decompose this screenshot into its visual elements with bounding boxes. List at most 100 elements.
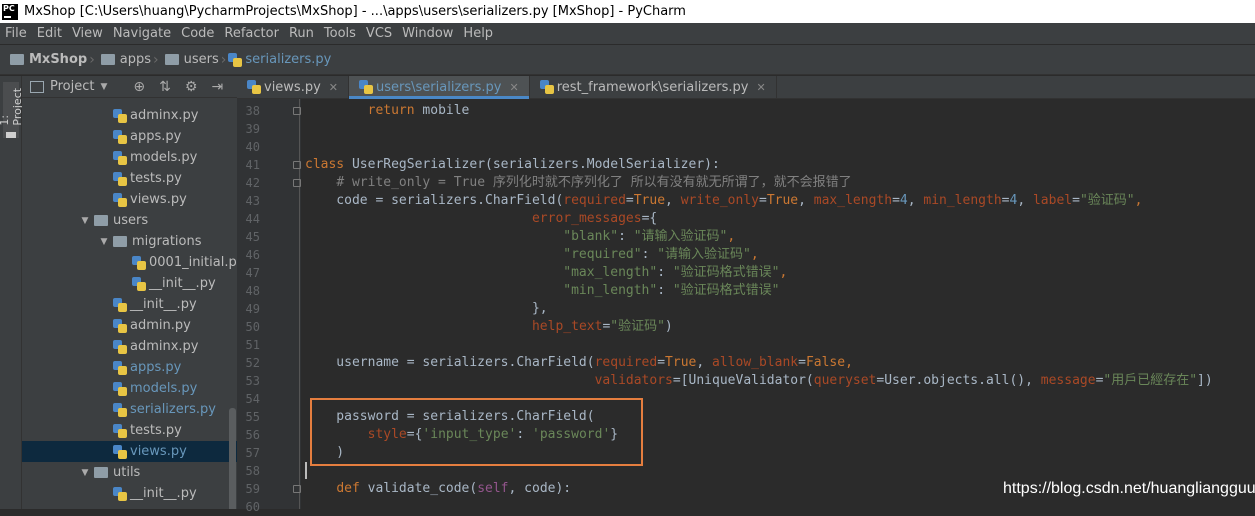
tree-file-item[interactable]: __init__.py	[22, 273, 237, 294]
menu-code[interactable]: Code	[176, 26, 219, 41]
python-file-icon	[113, 339, 127, 354]
gear-icon[interactable]: ⚙	[185, 79, 198, 95]
code-line: validators=[UniqueValidator(queryset=Use…	[594, 373, 1213, 388]
line-number: 40	[245, 140, 260, 154]
close-icon[interactable]: ✕	[329, 81, 338, 94]
close-icon[interactable]: ✕	[756, 81, 765, 94]
python-file-icon	[132, 276, 146, 291]
tree-folder-utils[interactable]: ▼ utils	[22, 462, 237, 483]
fold-marker-icon[interactable]	[293, 179, 301, 187]
menu-refactor[interactable]: Refactor	[219, 26, 284, 41]
tree-file-item[interactable]: adminx.py	[22, 105, 237, 126]
menu-help[interactable]: Help	[458, 26, 498, 41]
line-number: 46	[245, 248, 260, 262]
folder-icon	[94, 215, 108, 226]
menu-view[interactable]: View	[67, 26, 108, 41]
fold-marker-icon[interactable]	[293, 485, 301, 493]
python-file-icon	[113, 486, 127, 501]
tree-file-item[interactable]: apps.py	[22, 126, 237, 147]
breadcrumb-separator-icon: ›	[220, 51, 227, 68]
tree-file-item[interactable]: tests.py	[22, 420, 237, 441]
chevron-down-icon[interactable]: ▼	[79, 216, 91, 226]
collapse-all-icon[interactable]: ⇅	[159, 79, 171, 95]
python-file-icon	[113, 318, 127, 333]
tab-views-py[interactable]: views.py ✕	[237, 76, 350, 98]
tree-item-label: apps.py	[130, 129, 182, 144]
menu-edit[interactable]: Edit	[32, 26, 67, 41]
tree-item-label: admin.py	[130, 318, 191, 333]
python-file-icon	[113, 423, 127, 438]
chevron-down-icon[interactable]: ▼	[98, 237, 110, 247]
menu-run[interactable]: Run	[284, 26, 319, 41]
project-view-selector[interactable]: Project	[50, 79, 94, 94]
code-line: "required": "请输入验证码",	[563, 247, 759, 262]
python-file-icon	[113, 171, 127, 186]
code-line: error_messages={	[531, 211, 658, 226]
tree-file-item[interactable]: adminx.py	[22, 336, 237, 357]
tree-file-item[interactable]: models.py	[22, 378, 237, 399]
tree-scrollbar[interactable]	[229, 408, 236, 509]
hide-panel-icon[interactable]: ⇥	[211, 79, 223, 95]
menu-navigate[interactable]: Navigate	[108, 26, 176, 41]
tree-folder-migrations[interactable]: ▼ migrations	[22, 231, 237, 252]
menu-tools[interactable]: Tools	[319, 26, 361, 41]
folder-icon	[164, 54, 179, 65]
tree-file-item[interactable]: apps.py	[22, 357, 237, 378]
line-number: 38	[245, 104, 260, 118]
line-number: 58	[245, 464, 260, 478]
line-number: 45	[245, 230, 260, 244]
python-file-icon	[113, 297, 127, 312]
code-line: username = serializers.CharField(require…	[305, 355, 853, 370]
code-line: return mobile	[367, 103, 470, 118]
python-file-icon	[228, 52, 243, 67]
tree-folder-users[interactable]: ▼ users	[22, 210, 237, 231]
breadcrumb-project[interactable]: MxShop	[0, 52, 87, 67]
folder-icon	[10, 54, 24, 65]
menu-vcs[interactable]: VCS	[361, 26, 397, 41]
line-number: 52	[245, 356, 260, 370]
title-bar: PC MxShop [C:\Users\huang\PycharmProject…	[0, 0, 1255, 23]
tree-file-item[interactable]: __init__.py	[22, 294, 237, 315]
breadcrumb-users[interactable]: users	[161, 52, 219, 67]
python-file-icon	[113, 108, 127, 123]
highlight-annotation-box	[310, 398, 643, 466]
tree-file-item[interactable]: views.py	[22, 189, 237, 210]
menu-window[interactable]: Window	[397, 26, 458, 41]
breadcrumb-apps[interactable]: apps	[97, 52, 151, 67]
line-number: 54	[245, 392, 260, 406]
menu-file[interactable]: File	[0, 26, 32, 41]
tree-item-label: __init__.py	[130, 297, 197, 312]
code-line: class UserRegSerializer(serializers.Mode…	[305, 157, 720, 172]
tree-file-item[interactable]: tests.py	[22, 168, 237, 189]
tree-file-item[interactable]: models.py	[22, 147, 237, 168]
chevron-down-icon[interactable]: ▼	[79, 468, 91, 478]
tab-users-serializers-py[interactable]: users\serializers.py ✕	[349, 76, 530, 99]
tab-rest-framework-serializers-py[interactable]: rest_framework\serializers.py ✕	[530, 76, 777, 98]
breadcrumb-file[interactable]: serializers.py	[228, 52, 331, 67]
chevron-down-icon[interactable]: ▼	[100, 82, 107, 92]
project-panel: Project ▼ ⊕ ⇅ ⚙ ⇥ adminx.py apps.py models…	[22, 76, 237, 509]
close-icon[interactable]: ✕	[509, 81, 518, 94]
folder-icon	[100, 54, 115, 65]
project-panel-header: Project ▼ ⊕ ⇅ ⚙ ⇥	[22, 76, 237, 98]
project-view-icon	[30, 80, 44, 93]
fold-marker-icon[interactable]	[293, 107, 301, 115]
tree-file-item[interactable]: admin.py	[22, 315, 237, 336]
fold-marker-icon[interactable]	[293, 161, 301, 169]
folder-icon	[6, 131, 16, 138]
line-number: 39	[245, 122, 260, 136]
line-number: 49	[245, 302, 260, 316]
tree-item-label: adminx.py	[130, 108, 199, 123]
tree-file-item[interactable]: __init__.py	[22, 483, 237, 504]
locate-target-icon[interactable]: ⊕	[133, 79, 145, 95]
breadcrumb-separator-icon: ›	[153, 51, 159, 68]
project-tool-label: 1: Project	[0, 87, 24, 126]
tree-file-item[interactable]: 0001_initial.py	[22, 252, 237, 273]
tree-file-item[interactable]: serializers.py	[22, 399, 237, 420]
project-tool-button[interactable]: 1: Project	[0, 82, 24, 138]
python-file-icon	[539, 80, 554, 94]
folder-icon	[94, 467, 108, 478]
tree-file-item[interactable]: views.py	[22, 441, 237, 462]
